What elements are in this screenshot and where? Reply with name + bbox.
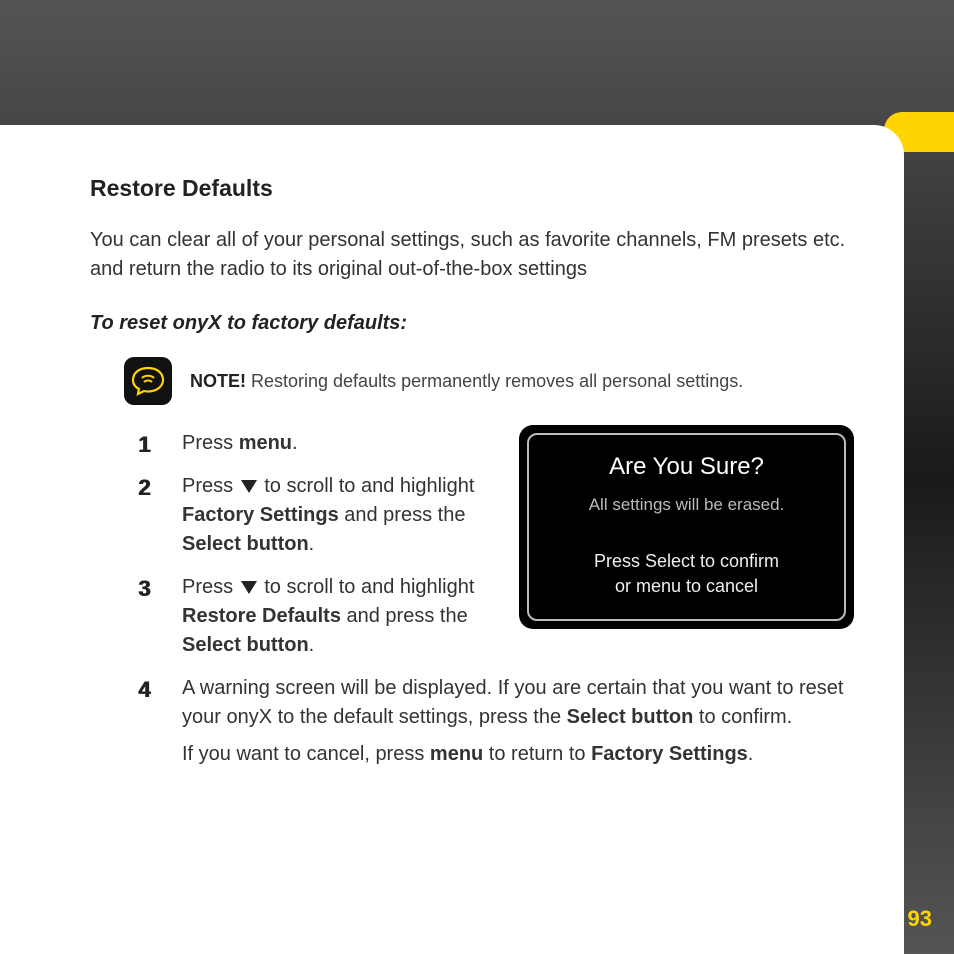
intro-text: You can clear all of your personal setti… [90, 226, 854, 284]
sub-heading: To reset onyX to factory defaults: [90, 312, 854, 335]
step-list: Press menu. Press to scroll to and highl… [138, 429, 854, 769]
text: . [309, 533, 315, 555]
steps-area: Are You Sure? All settings will be erase… [90, 429, 854, 769]
page-card: Restore Defaults You can clear all of yo… [0, 125, 904, 954]
text: and press the [339, 504, 466, 526]
step-4: A warning screen will be displayed. If y… [138, 674, 854, 769]
text: Press [182, 475, 239, 497]
text: to scroll to and highlight [259, 576, 475, 598]
text: to return to [483, 743, 591, 765]
text-bold: Select button [182, 533, 309, 555]
step-3: Press to scroll to and highlight Restore… [138, 573, 854, 660]
text-bold: Restore Defaults [182, 605, 341, 627]
note-label: NOTE! [190, 371, 246, 391]
text-bold: Select button [567, 706, 694, 728]
step-2: Press to scroll to and highlight Factory… [138, 472, 854, 559]
text-bold: Factory Settings [591, 743, 748, 765]
section-title: Restore Defaults [90, 175, 854, 202]
text-bold: Factory Settings [182, 504, 339, 526]
text: and press the [341, 605, 468, 627]
note-block: NOTE! Restoring defaults permanently rem… [124, 357, 854, 405]
text: Press [182, 432, 239, 454]
text: to confirm. [693, 706, 792, 728]
step-1: Press menu. [138, 429, 854, 458]
note-body: Restoring defaults permanently removes a… [246, 371, 743, 391]
note-text: NOTE! Restoring defaults permanently rem… [190, 371, 743, 392]
text: . [748, 743, 754, 765]
text: Press [182, 576, 239, 598]
text: . [292, 432, 298, 454]
text-bold: menu [430, 743, 483, 765]
text: . [309, 634, 315, 656]
speech-bubble-icon [124, 357, 172, 405]
text: to scroll to and highlight [259, 475, 475, 497]
text-bold: menu [239, 432, 292, 454]
down-arrow-icon [241, 480, 257, 493]
down-arrow-icon [241, 581, 257, 594]
text-bold: Select button [182, 634, 309, 656]
page-number: 93 [908, 906, 932, 932]
text: If you want to cancel, press [182, 743, 430, 765]
